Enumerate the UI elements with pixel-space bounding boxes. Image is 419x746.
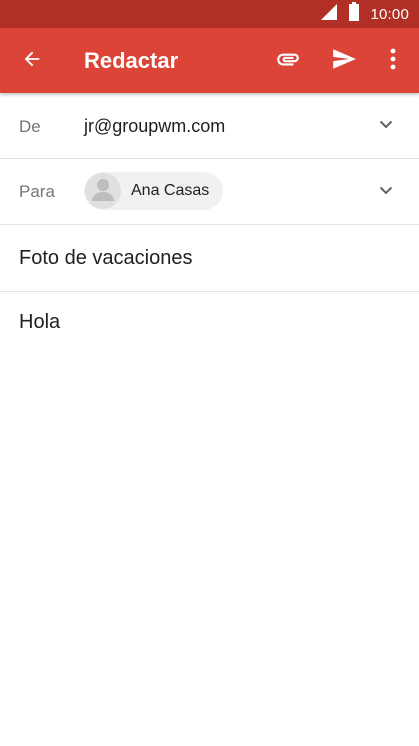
subject-field[interactable]: Foto de vacaciones bbox=[0, 225, 419, 292]
compose-screen: 10:00 Redactar De jr@groupwm.com Para An… bbox=[0, 0, 419, 746]
arrow-back-icon bbox=[21, 48, 43, 75]
page-title: Redactar bbox=[84, 48, 179, 73]
battery-icon bbox=[348, 1, 360, 27]
signal-icon bbox=[320, 3, 338, 26]
from-expand-button[interactable] bbox=[373, 112, 399, 138]
more-options-button[interactable] bbox=[378, 43, 408, 79]
from-label: De bbox=[19, 117, 41, 136]
back-button[interactable] bbox=[14, 43, 50, 79]
person-icon bbox=[85, 173, 121, 209]
attach-button[interactable] bbox=[270, 43, 306, 79]
message-body[interactable]: Hola bbox=[19, 311, 60, 334]
send-button[interactable] bbox=[326, 43, 362, 79]
to-expand-button[interactable] bbox=[373, 178, 399, 204]
chevron-down-icon bbox=[379, 116, 393, 134]
chevron-down-icon bbox=[379, 182, 393, 200]
recipient-chip[interactable]: Ana Casas bbox=[84, 172, 224, 210]
from-account[interactable]: jr@groupwm.com bbox=[84, 116, 225, 137]
status-bar: 10:00 bbox=[0, 0, 419, 28]
from-row[interactable]: De jr@groupwm.com bbox=[0, 93, 419, 159]
app-bar: Redactar bbox=[0, 28, 419, 93]
to-row[interactable]: Para Ana Casas bbox=[0, 159, 419, 225]
send-icon bbox=[331, 46, 357, 77]
subject-text: Foto de vacaciones bbox=[19, 247, 193, 269]
avatar bbox=[85, 173, 121, 209]
paperclip-icon bbox=[275, 46, 301, 77]
more-vert-icon bbox=[390, 48, 396, 75]
recipient-name: Ana Casas bbox=[131, 182, 210, 199]
to-label: Para bbox=[19, 182, 55, 201]
status-icons: 10:00 bbox=[320, 0, 409, 28]
status-time: 10:00 bbox=[370, 5, 409, 23]
